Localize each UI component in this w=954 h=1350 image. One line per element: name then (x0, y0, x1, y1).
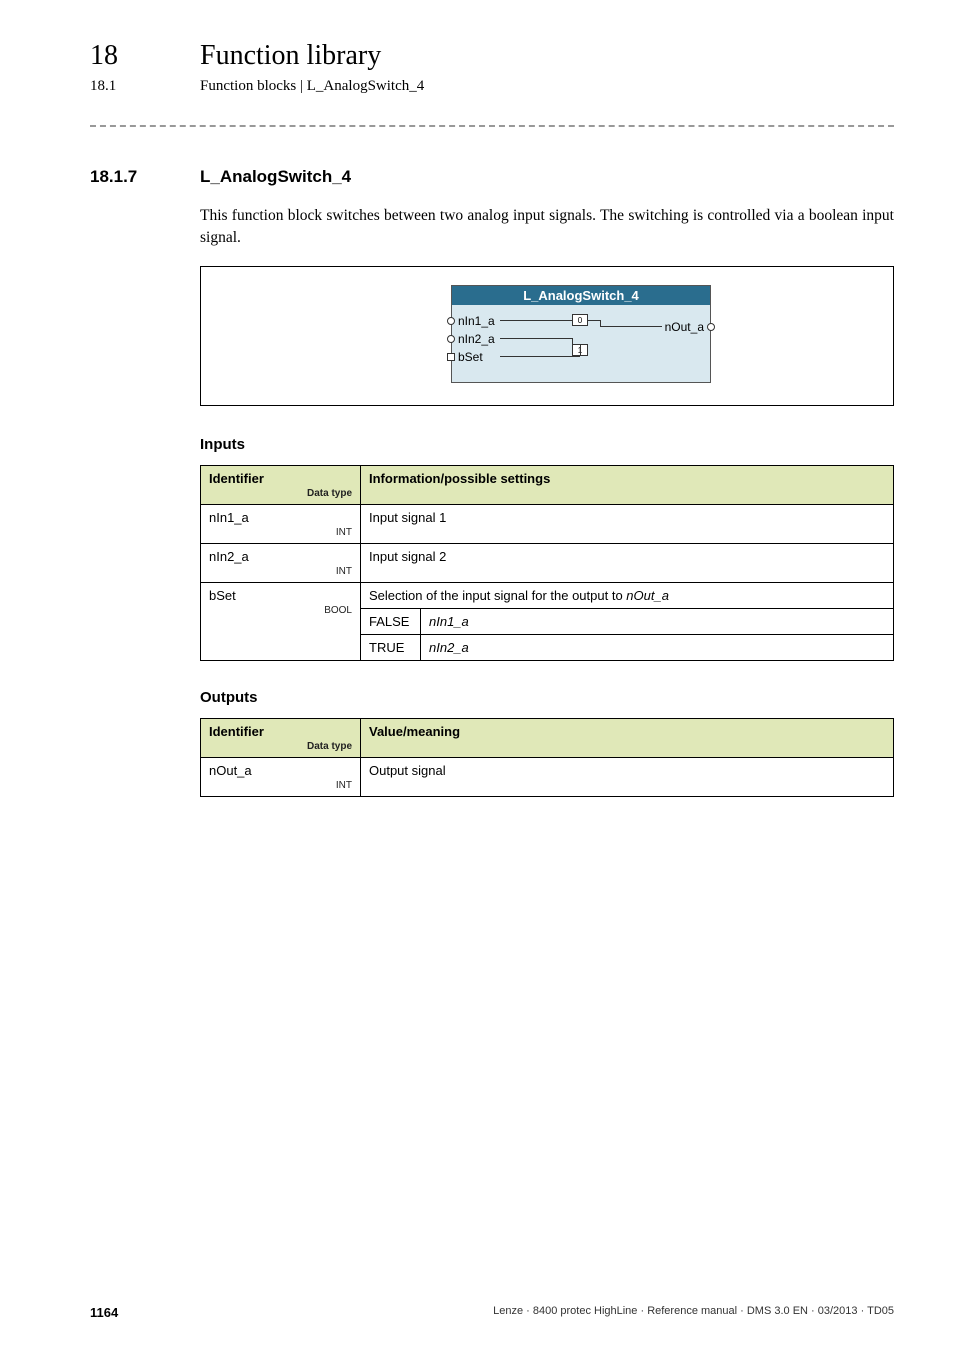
footer-info: Lenze · 8400 protec HighLine · Reference… (493, 1305, 894, 1320)
section-description: This function block switches between two… (200, 205, 894, 250)
output-info: Output signal (361, 757, 894, 796)
outputs-heading: Outputs (200, 689, 894, 706)
inputs-table: Identifier Data type Information/possibl… (200, 465, 894, 661)
outputs-col-identifier: Identifier (209, 724, 264, 739)
fb-port-nin1: nIn1_a (458, 314, 495, 328)
fb-title: L_AnalogSwitch_4 (452, 286, 710, 305)
outputs-col-value: Value/meaning (361, 718, 894, 757)
input-dtype: INT (209, 566, 352, 577)
port-connector-icon (447, 335, 455, 343)
input-id: nIn1_a (209, 510, 249, 525)
switch-pos-0: 0 (572, 314, 588, 326)
port-connector-icon (447, 317, 455, 325)
input-info: Input signal 1 (361, 504, 894, 543)
subsection-number: 18.1.7 (90, 167, 160, 187)
inputs-col-datatype: Data type (209, 488, 352, 499)
page-footer: 1164 Lenze · 8400 protec HighLine · Refe… (90, 1305, 894, 1320)
outputs-col-datatype: Data type (209, 741, 352, 752)
function-block-diagram: L_AnalogSwitch_4 nIn1_a nIn2_a bSet nOut… (200, 266, 894, 406)
fb-port-bset: bSet (458, 350, 483, 364)
input-dtype: INT (209, 527, 352, 538)
port-connector-icon (707, 323, 715, 331)
inputs-heading: Inputs (200, 436, 894, 453)
input-sub-key: TRUE (361, 634, 421, 660)
table-row: nIn2_a INT Input signal 2 (201, 543, 894, 582)
input-id: nIn2_a (209, 549, 249, 564)
inputs-col-identifier: Identifier (209, 471, 264, 486)
section-number: 18.1 (90, 78, 160, 95)
table-row: nOut_a INT Output signal (201, 757, 894, 796)
input-info: Selection of the input signal for the ou… (361, 582, 894, 608)
port-connector-icon (447, 353, 455, 361)
inputs-col-info: Information/possible settings (361, 465, 894, 504)
input-sub-val: nIn2_a (421, 634, 894, 660)
fb-port-nout: nOut_a (665, 320, 704, 334)
chapter-number: 18 (90, 40, 160, 72)
chapter-title: Function library (200, 40, 381, 72)
subsection-title: L_AnalogSwitch_4 (200, 167, 351, 187)
table-row: nIn1_a INT Input signal 1 (201, 504, 894, 543)
outputs-table: Identifier Data type Value/meaning nOut_… (200, 718, 894, 797)
fb-port-nin2: nIn2_a (458, 332, 495, 346)
output-dtype: INT (209, 780, 352, 791)
input-id: bSet (209, 588, 236, 603)
divider (90, 125, 894, 127)
table-row: bSet BOOL Selection of the input signal … (201, 582, 894, 608)
input-sub-val: nIn1_a (421, 608, 894, 634)
input-sub-key: FALSE (361, 608, 421, 634)
input-dtype: BOOL (209, 605, 352, 616)
section-path: Function blocks | L_AnalogSwitch_4 (200, 78, 424, 95)
output-id: nOut_a (209, 763, 252, 778)
page-number: 1164 (90, 1305, 118, 1320)
input-info: Input signal 2 (361, 543, 894, 582)
